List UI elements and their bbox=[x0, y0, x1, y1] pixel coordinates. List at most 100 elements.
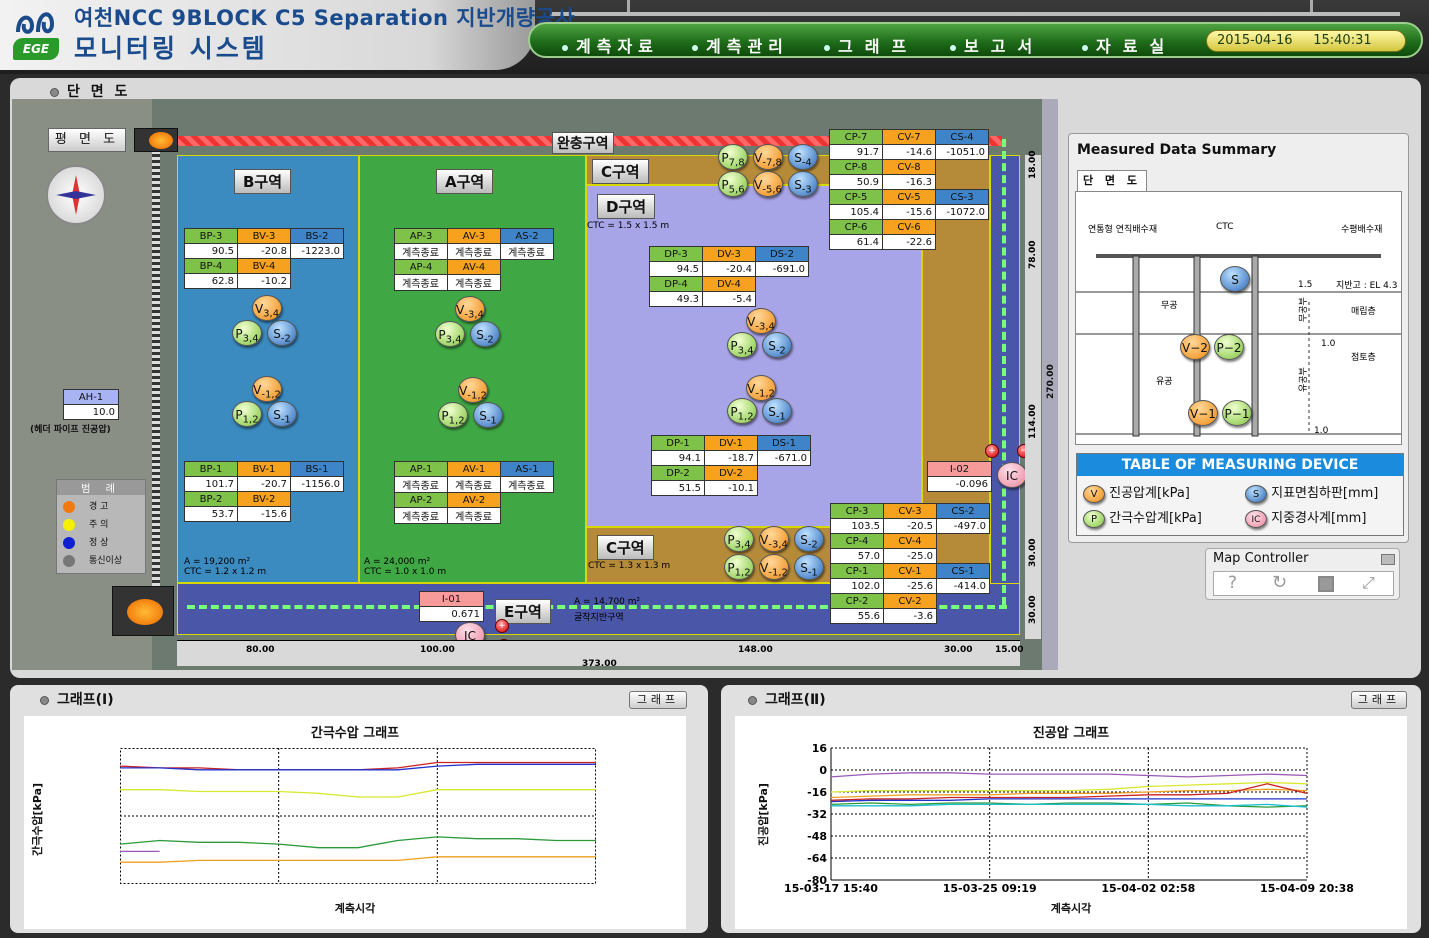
plus-icon[interactable]: + bbox=[985, 444, 999, 458]
sensor-id: CV-7 bbox=[882, 129, 936, 145]
nav-measurement-mgmt[interactable]: 계측관리 bbox=[692, 33, 789, 57]
sensor-group-c-bottom[interactable]: CP-3 CV-3 CS-2 103.5 -20.5 -497.0 CP-4 CV-4 5… bbox=[830, 503, 990, 624]
nav-measurement-data[interactable]: 계측자료 bbox=[562, 33, 659, 57]
sensor-id: AV-4 bbox=[447, 259, 501, 275]
vacuum-gauge-v34[interactable]: V-3,4 bbox=[746, 308, 776, 334]
settlement-plate-s2[interactable]: S-2 bbox=[794, 526, 824, 552]
vacuum-gauge-v2[interactable]: V−2 bbox=[1180, 334, 1210, 360]
vacuum-gauge-v12[interactable]: V-1,2 bbox=[458, 377, 488, 403]
save-icon[interactable] bbox=[1318, 576, 1334, 592]
vacuum-gauge-v12[interactable]: V-1,2 bbox=[746, 375, 776, 401]
plan-view-button[interactable]: 평 면 도 bbox=[48, 128, 126, 152]
dim-r1: 18.00 bbox=[1028, 150, 1038, 179]
vacuum-gauge-v78[interactable]: V-7,8 bbox=[753, 144, 783, 170]
label-ctc: CTC bbox=[1216, 222, 1234, 232]
piezometer-p34[interactable]: P3,4 bbox=[435, 321, 465, 347]
settlement-plate-s2[interactable]: S-2 bbox=[762, 332, 792, 358]
tab-section[interactable]: 단 면 도 bbox=[1077, 170, 1147, 192]
settlement-plate-s4[interactable]: S-4 bbox=[788, 144, 818, 170]
piezometer-p12[interactable]: P1,2 bbox=[724, 554, 754, 580]
piezometer-p1[interactable]: P−1 bbox=[1222, 400, 1252, 426]
sensor-group-a-bottom[interactable]: AP-1 AV-1 AS-1 계측종료 계측종료 계측종료 AP-2 AV-2 계측종료 계… bbox=[394, 461, 554, 524]
label-non-perforated: 무공 bbox=[1161, 301, 1178, 311]
sensor-id: DV-1 bbox=[704, 435, 758, 451]
sensor-id: AV-3 bbox=[447, 228, 501, 244]
nav-label: 계측자료 bbox=[576, 37, 659, 56]
piezometer-p12[interactable]: P1,2 bbox=[727, 398, 757, 424]
refresh-icon[interactable]: ↻ bbox=[1272, 572, 1287, 593]
plus-icon[interactable]: + bbox=[495, 619, 509, 633]
sensor-group-c-top[interactable]: CP-7 CV-7 CS-4 91.7 -14.6 -1051.0 CP-8 CV-8 5… bbox=[829, 129, 989, 250]
sensor-value: 101.7 bbox=[184, 476, 238, 492]
fullscreen-icon[interactable]: ⤢ bbox=[1362, 573, 1375, 593]
sensor-group-d-top[interactable]: DP-3 DV-3 DS-2 94.5 -20.4 -691.0 DP-4 DV-4 49… bbox=[649, 246, 809, 307]
sensor-id: I-01 bbox=[419, 591, 484, 607]
vacuum-gauge-v34[interactable]: V-3,4 bbox=[759, 526, 789, 552]
compass-icon bbox=[46, 165, 106, 225]
settlement-plate-s2[interactable]: S-2 bbox=[267, 320, 297, 346]
piezometer-p78[interactable]: P7,8 bbox=[718, 144, 748, 170]
settlement-plate-s1[interactable]: S-1 bbox=[267, 401, 297, 427]
settlement-plate-s1[interactable]: S-1 bbox=[794, 554, 824, 580]
dim-right-total: 270.00 bbox=[1046, 364, 1056, 399]
sensor-value: -414.0 bbox=[936, 578, 990, 594]
vacuum-gauge-v34[interactable]: V3,4 bbox=[252, 295, 282, 321]
piezometer-p34[interactable]: P3,4 bbox=[232, 320, 262, 346]
settlement-plate-s3[interactable]: S-3 bbox=[788, 171, 818, 197]
vacuum-gauge-v1[interactable]: V−1 bbox=[1188, 400, 1218, 426]
sensor-i-02[interactable]: I-02 -0.096 bbox=[927, 461, 992, 492]
series-line-1 bbox=[120, 763, 596, 771]
piezometer-p34[interactable]: P3,4 bbox=[724, 526, 754, 552]
bullet-icon bbox=[824, 44, 830, 51]
help-icon[interactable]: ? bbox=[1228, 573, 1237, 593]
piezometer-p2[interactable]: P−2 bbox=[1214, 334, 1244, 360]
inclinometer-icon: IC bbox=[1245, 510, 1267, 528]
section-title: 단 면 도 bbox=[50, 81, 130, 101]
vacuum-gauge-v34[interactable]: V-3,4 bbox=[455, 296, 485, 322]
vacuum-gauge-v12[interactable]: V-1,2 bbox=[759, 554, 789, 580]
settlement-plate-s2[interactable]: S-2 bbox=[470, 321, 500, 347]
settlement-plate-s[interactable]: S bbox=[1220, 266, 1250, 292]
title-line2: 모니터링 시스템 bbox=[74, 34, 268, 63]
settlement-icon: S bbox=[1245, 485, 1267, 503]
graph-1-button[interactable]: 그래프 bbox=[629, 691, 687, 709]
nav-archive[interactable]: 자료실 bbox=[1082, 33, 1176, 57]
sensor-value: 계측종료 bbox=[447, 507, 501, 524]
piezometer-p56[interactable]: P5,6 bbox=[718, 171, 748, 197]
sensor-ah-1[interactable]: AH-1 10.0 bbox=[63, 389, 119, 420]
piezometer-p12[interactable]: P1,2 bbox=[438, 402, 468, 428]
sensor-group-a-top[interactable]: AP-3 AV-3 AS-2 계측종료 계측종료 계측종료 AP-4 AV-4 계측종료 계… bbox=[394, 228, 554, 291]
sensor-value: 계측종료 bbox=[394, 476, 448, 493]
graph-2-button[interactable]: 그래프 bbox=[1351, 691, 1407, 709]
minimize-icon[interactable] bbox=[1381, 554, 1395, 565]
logo-text: EGE bbox=[13, 38, 59, 60]
toggle-knob-icon bbox=[127, 599, 163, 625]
label-d10a: 1.0 bbox=[1321, 339, 1336, 349]
sensor-value: 62.8 bbox=[184, 273, 238, 289]
sensor-id: DV-2 bbox=[704, 465, 758, 481]
sensor-i-01[interactable]: I-01 0.671 bbox=[419, 591, 484, 622]
legend-item-warning: 경 고 bbox=[63, 498, 139, 516]
nav-graph[interactable]: 그래프 bbox=[824, 33, 918, 57]
sensor-group-b-top[interactable]: BP-3 BV-3 BS-2 90.5 -20.8 -1223.0 BP-4 BV-4 6… bbox=[184, 228, 344, 289]
settlement-plate-s1[interactable]: S-1 bbox=[762, 398, 792, 424]
settlement-plate-s1[interactable]: S-1 bbox=[473, 402, 503, 428]
plan-toggle[interactable] bbox=[134, 128, 178, 152]
nav-report[interactable]: 보고서 bbox=[950, 33, 1044, 57]
sensor-value: 계측종료 bbox=[447, 476, 501, 493]
vacuum-gauge-v56[interactable]: V-5,6 bbox=[753, 171, 783, 197]
sensor-id: BV-1 bbox=[237, 461, 291, 477]
sensor-group-d-bottom[interactable]: DP-1 DV-1 DS-1 94.1 -18.7 -671.0 DP-2 DV-2 51… bbox=[651, 435, 811, 496]
sensor-group-b-bottom[interactable]: BP-1 BV-1 BS-1 101.7 -20.7 -1156.0 BP-2 BV-2 … bbox=[184, 461, 344, 522]
sensor-value: 49.3 bbox=[649, 291, 703, 307]
piezometer-p12[interactable]: P1,2 bbox=[232, 401, 262, 427]
graph-panel-2-title: 그래프(Ⅱ) bbox=[748, 689, 826, 709]
x-tick-label: 15-03-25 09:19 bbox=[943, 882, 1037, 895]
inclinometer-ic-2[interactable]: IC bbox=[997, 462, 1027, 488]
sensor-value: 계측종료 bbox=[500, 243, 554, 260]
nav-label: 계측관리 bbox=[706, 37, 789, 56]
section-toggle[interactable] bbox=[112, 586, 174, 636]
piezometer-p34[interactable]: P3,4 bbox=[727, 332, 757, 358]
vacuum-gauge-v12[interactable]: V-1,2 bbox=[252, 376, 282, 402]
y-tick-label: -16 bbox=[807, 786, 827, 799]
